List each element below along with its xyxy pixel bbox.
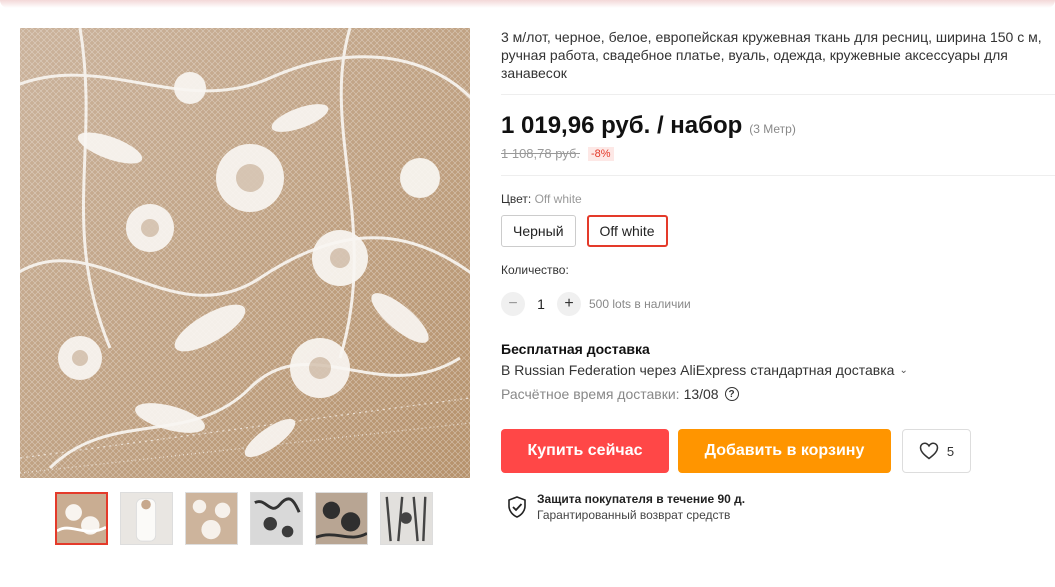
discount-badge: -8% <box>588 146 614 161</box>
old-price-row: 1 108,78 руб. -8% <box>501 146 614 161</box>
help-icon[interactable]: ? <box>724 387 739 401</box>
delivery-eta: Расчётное время доставки: 13/08 ? <box>501 386 739 402</box>
color-label-text: Цвет: <box>501 192 535 206</box>
main-product-image[interactable] <box>20 28 470 478</box>
divider <box>501 175 1055 176</box>
thumbnail-strip <box>55 492 433 545</box>
buy-now-button[interactable]: Купить сейчас <box>501 429 669 473</box>
thumbnail-white-lace-closeup[interactable] <box>185 492 238 545</box>
thumbnail-white-lace[interactable] <box>55 492 108 545</box>
stock-count: 500 lots в наличии <box>589 297 691 311</box>
thumbnail-model-photo[interactable] <box>120 492 173 545</box>
thumbnail-black-lace-wide[interactable] <box>380 492 433 545</box>
wishlist-button[interactable]: 5 <box>902 429 971 473</box>
shield-check-icon <box>508 496 526 518</box>
chevron-down-icon: ⌄ <box>899 364 908 376</box>
add-to-cart-button[interactable]: Добавить в корзину <box>678 429 891 473</box>
product-title: 3 м/лот, черное, белое, европейская круж… <box>501 29 1042 81</box>
quantity-label: Количество: <box>501 263 569 277</box>
color-label: Цвет: Off white <box>501 192 582 206</box>
eta-label: Расчётное время доставки: <box>501 386 680 402</box>
eta-value: 13/08 <box>683 386 719 402</box>
quantity-value[interactable]: 1 <box>525 296 557 312</box>
quantity-plus-button[interactable]: + <box>557 292 581 316</box>
old-price: 1 108,78 руб. <box>501 146 581 161</box>
action-buttons: Купить сейчас Добавить в корзину 5 <box>501 429 971 473</box>
protection-title: Защита покупателя в течение 90 д. <box>537 492 746 506</box>
color-option-black[interactable]: Черный <box>501 215 576 247</box>
divider <box>501 94 1055 95</box>
current-price: 1 019,96 руб. / набор <box>501 112 743 139</box>
unit-note: (3 Метр) <box>749 122 796 136</box>
shipping-title: Бесплатная доставка <box>501 341 650 357</box>
product-info: 3 м/лот, черное, белое, европейская круж… <box>501 28 1055 522</box>
color-selected-value: Off white <box>534 192 582 206</box>
quantity-stepper: − 1 + 500 lots в наличии <box>501 292 691 316</box>
color-options: Черный Off white <box>501 215 668 247</box>
thumbnail-black-lace[interactable] <box>250 492 303 545</box>
header-shadow <box>0 0 1055 8</box>
quantity-minus-button[interactable]: − <box>501 292 525 316</box>
heart-icon <box>919 442 939 460</box>
thumbnail-black-lace-closeup[interactable] <box>315 492 368 545</box>
shipping-route-text: В Russian Federation через AliExpress ст… <box>501 362 895 378</box>
price-row: 1 019,96 руб. / набор (3 Метр) <box>501 112 796 140</box>
wishlist-count: 5 <box>946 443 955 459</box>
shipping-route[interactable]: В Russian Federation через AliExpress ст… <box>501 362 908 378</box>
protection-subtitle: Гарантированный возврат средств <box>537 508 731 522</box>
buyer-protection: Защита покупателя в течение 90 д. Гарант… <box>507 492 745 522</box>
color-option-off-white[interactable]: Off white <box>586 215 668 247</box>
